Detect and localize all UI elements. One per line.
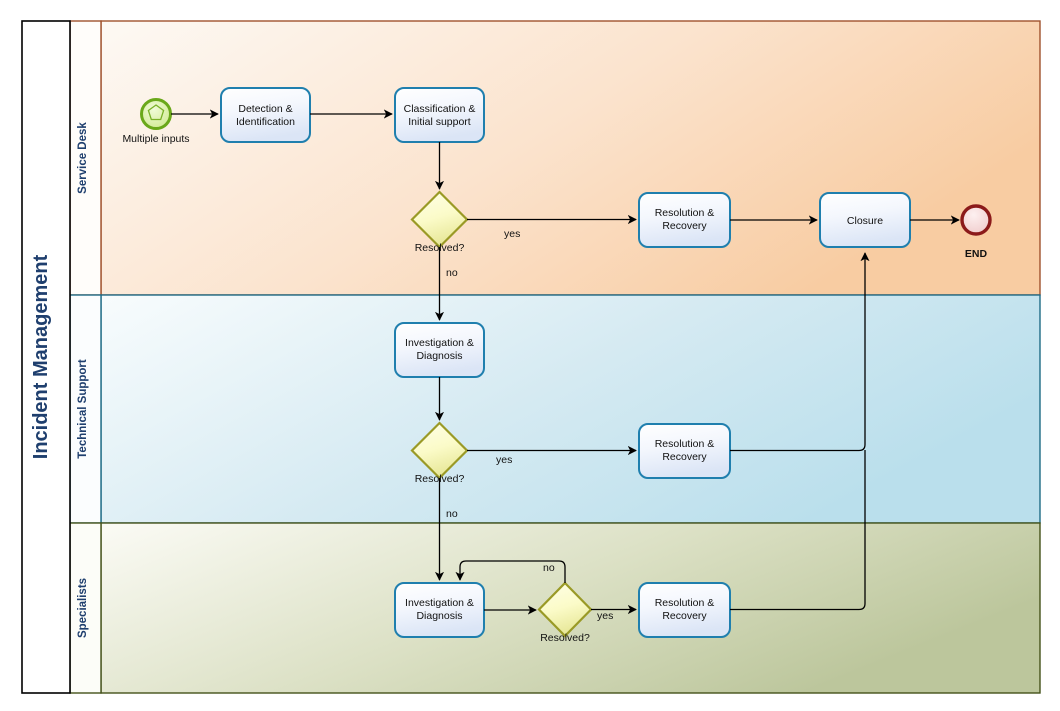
task-label-line1: Investigation & [405, 337, 474, 349]
gateway-label: Resolved? [540, 632, 590, 644]
task-label-line1: Resolution & [655, 597, 715, 609]
task-label-line1: Investigation & [405, 597, 474, 609]
flow-label-gw1-no: no [446, 267, 458, 279]
pool-title-column: Incident Management [21, 20, 71, 694]
task-investigation-diagnosis-technical-support[interactable]: Investigation & Diagnosis [394, 322, 485, 378]
task-label-line2: Identification [236, 116, 295, 128]
lane-service-desk: Service Desk [69, 20, 1041, 296]
task-label-line1: Resolution & [655, 207, 715, 219]
flow-label-gw2-no: no [446, 508, 458, 520]
task-resolution-recovery-technical-support[interactable]: Resolution & Recovery [638, 423, 731, 479]
task-detection-identification[interactable]: Detection & Identification [220, 87, 311, 143]
flow-label-gw3-no: no [543, 562, 555, 574]
flow-label-gw3-yes: yes [597, 610, 613, 622]
lane-technical-support: Technical Support [69, 294, 1041, 524]
flow-label-gw1-yes: yes [504, 228, 520, 240]
task-label-line2: Diagnosis [416, 350, 462, 362]
task-label-line2: Diagnosis [416, 610, 462, 622]
task-closure[interactable]: Closure [819, 192, 911, 248]
task-resolution-recovery-specialists[interactable]: Resolution & Recovery [638, 582, 731, 638]
end-event-label: END [965, 248, 988, 260]
lane-label-service-desk: Service Desk [77, 122, 89, 194]
lane-label-specialists: Specialists [77, 578, 89, 638]
task-label-line1: Closure [847, 215, 883, 227]
task-label-line2: Recovery [662, 610, 707, 622]
task-label-line1: Classification & [404, 103, 476, 115]
flow-label-gw2-yes: yes [496, 454, 512, 466]
bpmn-swimlane-diagram: Service Desk Technical Support Specialis… [21, 20, 1041, 694]
task-label-line1: Resolution & [655, 438, 715, 450]
task-label-line2: Recovery [662, 220, 707, 232]
task-classification-initial-support[interactable]: Classification & Initial support [394, 87, 485, 143]
task-label-line2: Initial support [408, 116, 471, 128]
task-label-line1: Detection & [238, 103, 292, 115]
diagram-canvas: Service Desk Technical Support Specialis… [0, 0, 1060, 711]
start-event-label: Multiple inputs [122, 133, 189, 145]
page-title: Incident Management [30, 254, 52, 459]
task-label-line2: Recovery [662, 451, 707, 463]
lane-label-technical-support: Technical Support [77, 359, 89, 459]
task-resolution-recovery-service-desk[interactable]: Resolution & Recovery [638, 192, 731, 248]
task-investigation-diagnosis-specialists[interactable]: Investigation & Diagnosis [394, 582, 485, 638]
